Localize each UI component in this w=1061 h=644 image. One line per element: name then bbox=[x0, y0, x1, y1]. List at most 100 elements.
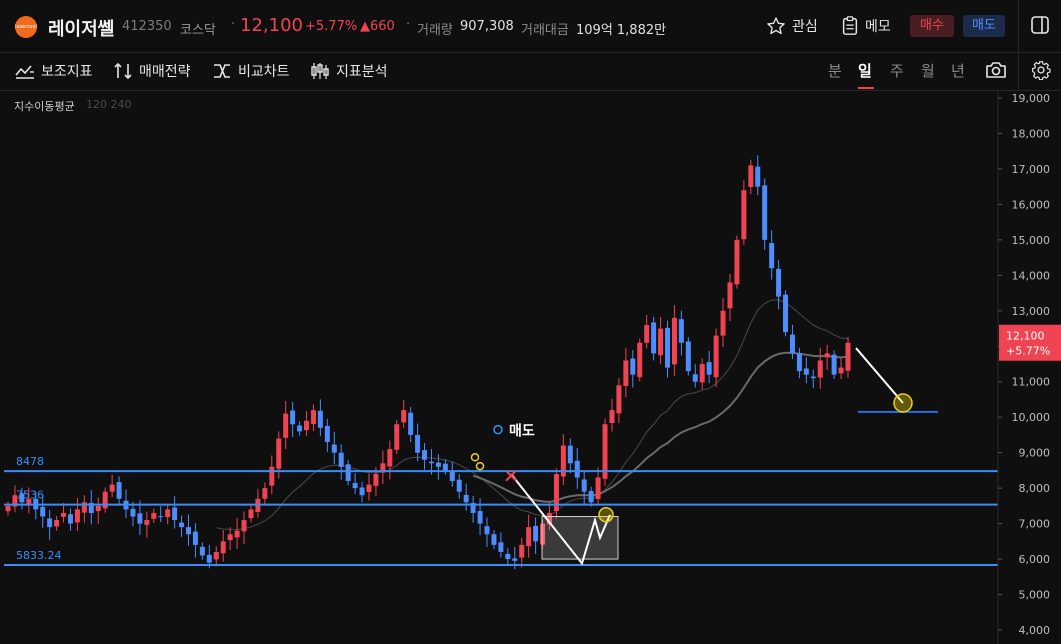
y-tick-label: 14,000 bbox=[1012, 269, 1051, 282]
stock-code: 412350 bbox=[122, 19, 172, 34]
period-month[interactable]: 월 bbox=[921, 60, 935, 81]
y-tick-label: 11,000 bbox=[1012, 376, 1051, 389]
current-price-label: 12,100 bbox=[1006, 330, 1045, 343]
candle-body bbox=[394, 424, 400, 450]
candle-body bbox=[137, 513, 143, 524]
candle-body bbox=[741, 190, 747, 240]
candles-icon bbox=[311, 63, 329, 79]
y-tick-label: 15,000 bbox=[1012, 234, 1051, 247]
period-minute[interactable]: 분 bbox=[828, 60, 842, 81]
indicator-label[interactable]: 지수이동평균 bbox=[14, 98, 75, 114]
volume-label: 거래량 bbox=[417, 23, 453, 38]
candle-body bbox=[310, 410, 316, 424]
candle-body bbox=[845, 342, 851, 371]
y-tick-label: 13,000 bbox=[1012, 305, 1051, 318]
separator-dot: · bbox=[406, 17, 411, 32]
candle-body bbox=[463, 494, 469, 503]
memo-label: 메모 bbox=[865, 19, 891, 35]
horizontal-level-label: 5833.24 bbox=[16, 549, 62, 562]
stock-header: laserssel 레이저쎌 412350 코스닥 · 12,100 +5.77… bbox=[0, 0, 1061, 53]
candle-body bbox=[762, 185, 768, 240]
period-week[interactable]: 주 bbox=[890, 60, 904, 81]
camera-icon bbox=[986, 62, 1006, 78]
candle-body bbox=[172, 507, 178, 521]
candle-body bbox=[192, 531, 198, 545]
buy-button[interactable]: 매수 bbox=[910, 15, 954, 37]
tool-analysis[interactable]: 지표분석 bbox=[310, 61, 388, 81]
memo-button[interactable]: 메모 bbox=[841, 14, 891, 38]
candle-body bbox=[755, 166, 761, 187]
period-year[interactable]: 년 bbox=[951, 60, 965, 81]
y-tick-label: 5,000 bbox=[1019, 589, 1051, 602]
sell-signal-marker bbox=[493, 424, 503, 435]
star-icon bbox=[767, 17, 785, 35]
candle-body bbox=[588, 491, 594, 503]
candle-body bbox=[165, 509, 171, 518]
chart-toolbar: 보조지표 매매전략 비교차트 지표분석 분 일 주 월 년 bbox=[0, 52, 1061, 91]
candle-body bbox=[428, 461, 434, 464]
y-tick-label: 10,000 bbox=[1012, 411, 1051, 424]
tool-indicators[interactable]: 보조지표 bbox=[15, 61, 93, 81]
candle-body bbox=[227, 534, 233, 541]
tool-strategy[interactable]: 매매전략 bbox=[113, 61, 191, 81]
candle-body bbox=[366, 484, 372, 493]
candle-body bbox=[248, 509, 254, 519]
amount-value: 109억 1,882만 bbox=[576, 23, 667, 38]
candle-body bbox=[95, 505, 101, 512]
candle-body bbox=[498, 542, 504, 552]
candle-body bbox=[526, 527, 532, 547]
tool-strategy-label: 매매전략 bbox=[139, 64, 191, 80]
target-marker bbox=[893, 393, 913, 413]
candle-body bbox=[67, 514, 73, 524]
candle-body bbox=[803, 368, 809, 375]
candle-body bbox=[789, 334, 795, 354]
change-percent: +5.77% bbox=[305, 19, 358, 34]
candle-body bbox=[151, 512, 157, 519]
settings-button[interactable] bbox=[1031, 60, 1051, 84]
side-panel-toggle[interactable] bbox=[1030, 15, 1050, 39]
candle-body bbox=[422, 450, 428, 460]
header-divider bbox=[1018, 0, 1019, 52]
candle-body bbox=[831, 354, 837, 375]
candle-body bbox=[102, 491, 108, 509]
candle-body bbox=[734, 239, 740, 285]
candle-body bbox=[456, 479, 462, 492]
tool-compare[interactable]: 비교차트 bbox=[212, 61, 290, 81]
candle-body bbox=[290, 410, 296, 425]
candle-body bbox=[685, 341, 691, 372]
indicator-icon bbox=[15, 65, 34, 79]
y-tick-label: 17,000 bbox=[1012, 163, 1051, 176]
forecast-arrow bbox=[855, 347, 904, 404]
signal-marker bbox=[470, 453, 480, 462]
screenshot-button[interactable] bbox=[985, 60, 1007, 84]
period-day[interactable]: 일 bbox=[858, 60, 872, 81]
candle-body bbox=[769, 243, 775, 269]
candle-body bbox=[352, 482, 358, 489]
gear-icon bbox=[1032, 61, 1051, 81]
horizontal-level-label: 7536 bbox=[16, 489, 44, 502]
candle-body bbox=[206, 554, 212, 563]
candle-body bbox=[415, 434, 421, 453]
candle-body bbox=[637, 342, 643, 378]
side-panel-icon bbox=[1031, 16, 1049, 34]
candle-body bbox=[234, 530, 240, 538]
candle-body bbox=[276, 438, 282, 469]
y-tick-label: 18,000 bbox=[1012, 127, 1051, 140]
watch-button[interactable]: 관심 bbox=[766, 14, 818, 38]
candle-body bbox=[435, 462, 441, 467]
sell-button[interactable]: 매도 bbox=[963, 15, 1005, 37]
candle-body bbox=[47, 518, 53, 528]
candlestick-chart[interactable]: 8478 7536 5833.24 매도 19,000 18,000 17,000 16,… bbox=[0, 91, 1061, 644]
candle-body bbox=[678, 319, 684, 343]
candle-body bbox=[658, 328, 664, 356]
candle-body bbox=[671, 317, 677, 365]
candle-body bbox=[54, 520, 60, 527]
candle-body bbox=[359, 487, 365, 496]
watch-label: 관심 bbox=[792, 19, 818, 35]
tool-analysis-label: 지표분석 bbox=[336, 64, 388, 80]
y-tick-label: 19,000 bbox=[1012, 92, 1051, 105]
candle-body bbox=[713, 335, 719, 378]
candle-body bbox=[651, 322, 657, 354]
candle-body bbox=[297, 425, 303, 432]
entry-marker bbox=[598, 506, 614, 523]
